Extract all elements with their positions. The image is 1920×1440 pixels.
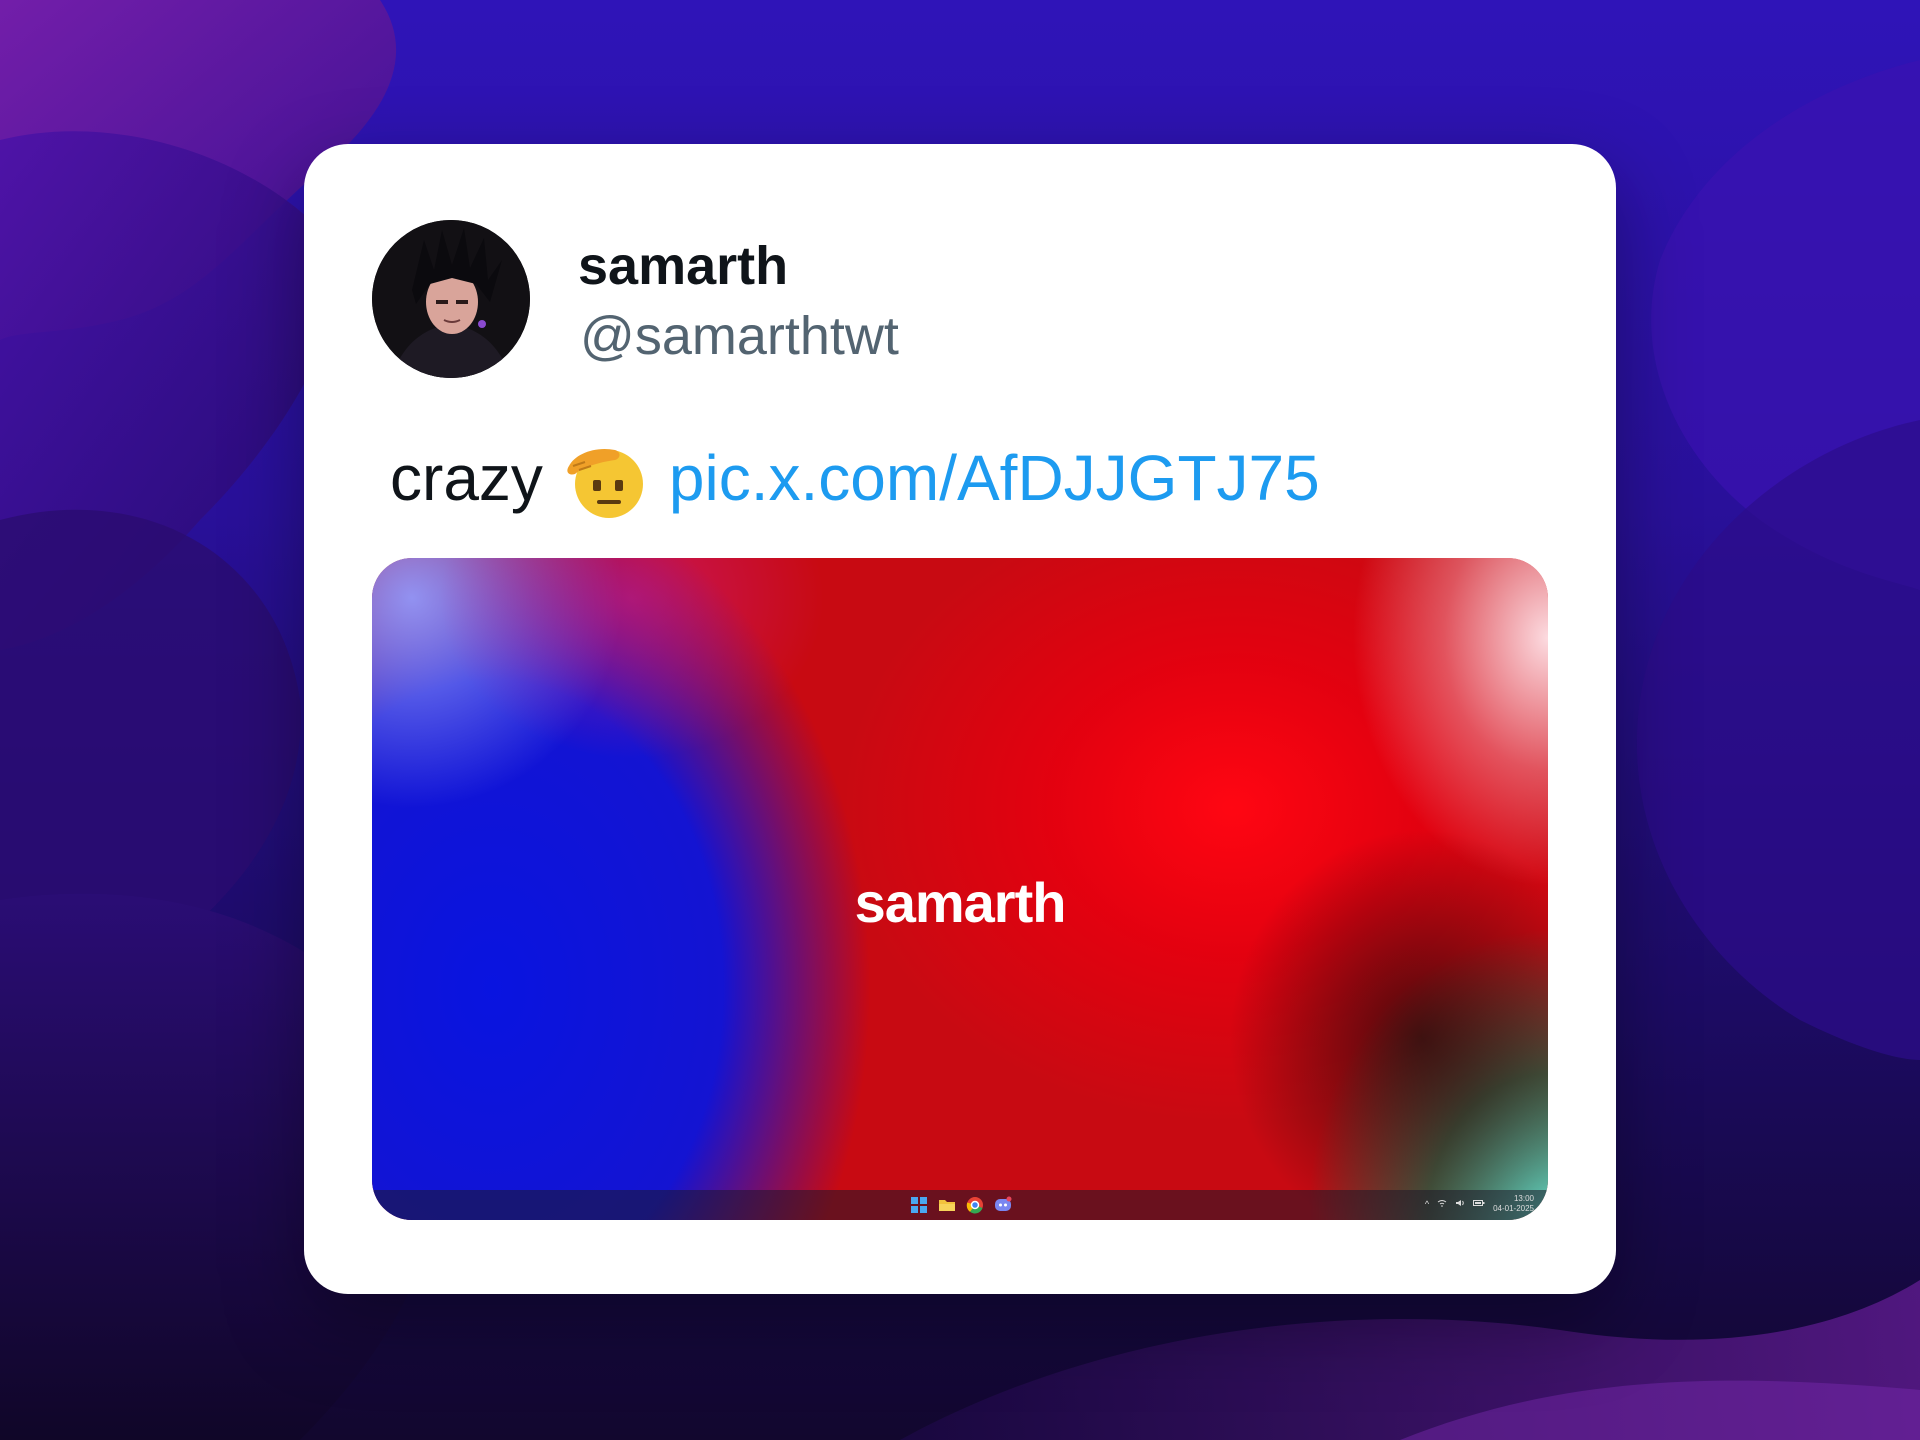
discord-icon[interactable] <box>994 1196 1012 1214</box>
taskbar-apps <box>910 1196 1012 1214</box>
chevron-up-icon[interactable]: ^ <box>1425 1199 1429 1209</box>
clock-time: 13:00 <box>1513 1194 1534 1203</box>
avatar[interactable] <box>372 220 530 378</box>
file-explorer-icon[interactable] <box>938 1196 956 1214</box>
clock-date: 04-01-2025 <box>1493 1204 1534 1213</box>
saluting-face-emoji-icon <box>565 436 649 520</box>
tweet-media-link[interactable]: pic.x.com/AfDJJGTJ75 <box>669 441 1320 515</box>
tweet-media-image[interactable]: samarth ^ 13:00 04-01-2025 <box>372 558 1548 1220</box>
battery-icon[interactable] <box>1473 1199 1485 1209</box>
tweet-card: samarth @samarthtwt crazy pic.x.com/AfDJ… <box>304 144 1616 1294</box>
media-title: samarth <box>854 871 1067 934</box>
taskbar: ^ 13:00 04-01-2025 <box>372 1190 1548 1220</box>
user-handle[interactable]: @samarthtwt <box>580 304 899 369</box>
chrome-icon[interactable] <box>966 1196 984 1214</box>
volume-icon[interactable] <box>1455 1199 1465 1209</box>
system-tray: ^ 13:00 04-01-2025 <box>1425 1194 1534 1214</box>
taskbar-clock[interactable]: 13:00 04-01-2025 <box>1493 1194 1534 1214</box>
wifi-icon[interactable] <box>1437 1199 1447 1209</box>
display-name[interactable]: samarth <box>578 234 788 299</box>
tweet-text-word: crazy <box>390 442 543 514</box>
windows-start-icon[interactable] <box>910 1196 928 1214</box>
tweet-text: crazy pic.x.com/AfDJJGTJ75 <box>390 428 1320 528</box>
